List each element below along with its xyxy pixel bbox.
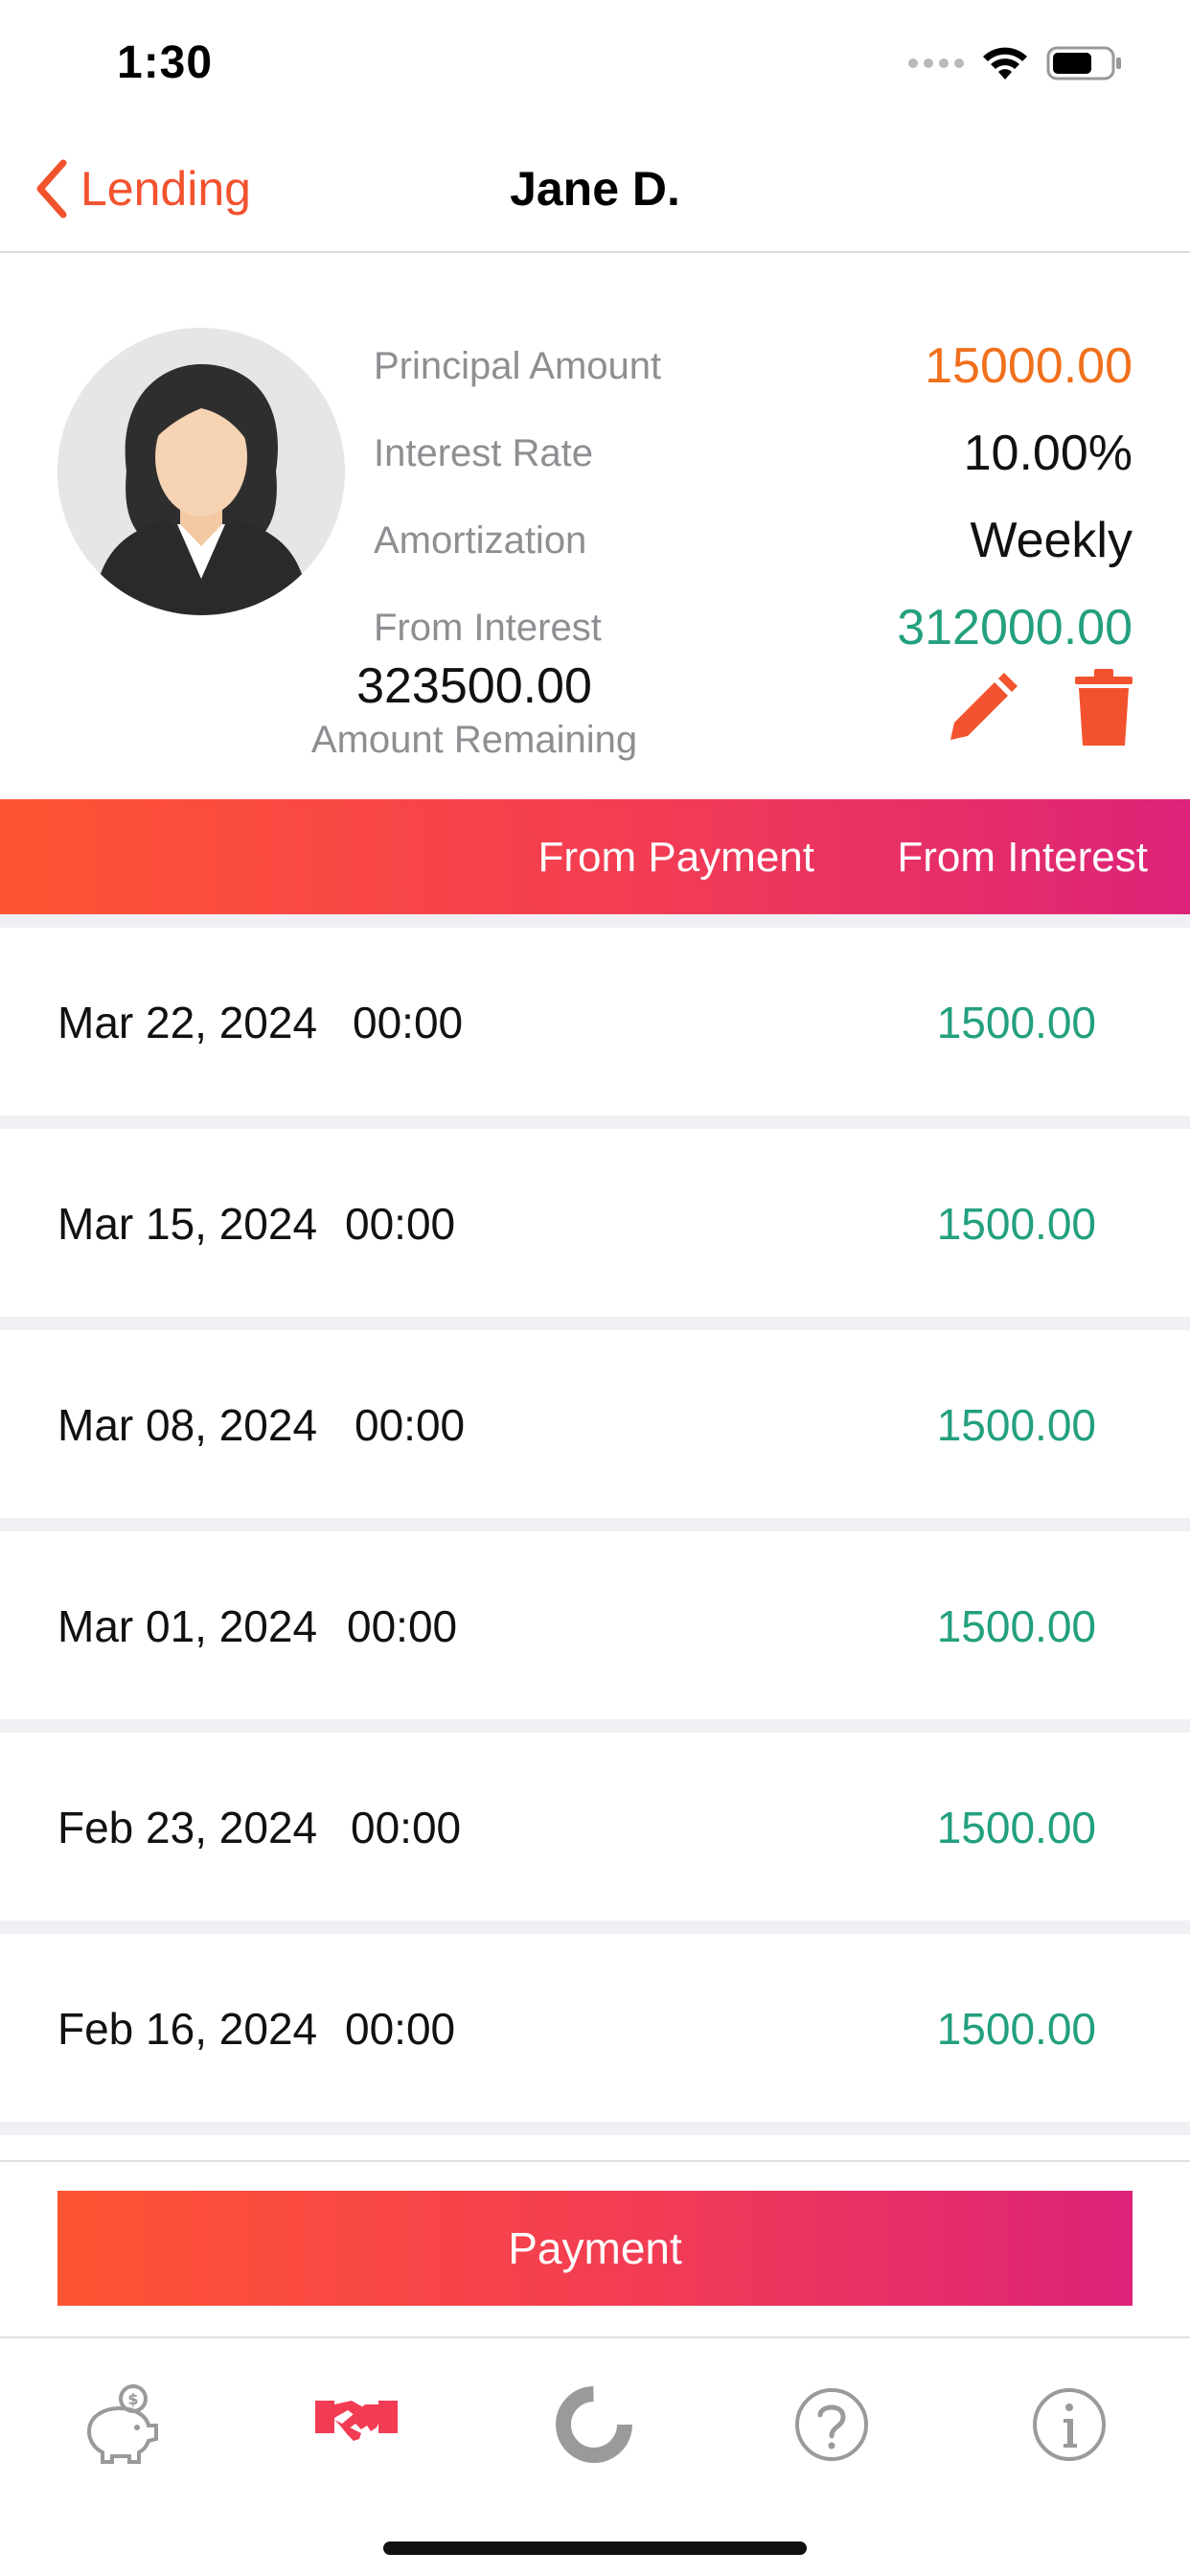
battery-icon [1046, 46, 1121, 80]
tab-savings[interactable]: $ [71, 2377, 167, 2472]
trash-icon [1075, 669, 1133, 746]
row-time: 00:00 [353, 998, 464, 1047]
delete-button[interactable] [1075, 669, 1133, 752]
list-item[interactable] [0, 2135, 1190, 2160]
list-item[interactable]: Mar 15, 2024 00:00 1500.00 [0, 1129, 1190, 1317]
amortization-value: Weekly [970, 513, 1133, 568]
amount-remaining-label: Amount Remaining [310, 719, 638, 761]
piggy-bank-icon: $ [86, 2384, 158, 2464]
cellular-signal-icon [908, 58, 964, 68]
amount-remaining: 323500.00 Amount Remaining [287, 255, 661, 799]
row-amount: 1500.00 [936, 1803, 1096, 1852]
column-header-from-payment: From Payment [538, 834, 814, 881]
page-title: Jane D. [510, 162, 680, 216]
donut-chart-icon [556, 2386, 632, 2463]
handshake-icon [315, 2401, 398, 2441]
list-item[interactable]: Feb 23, 2024 00:00 1500.00 [0, 1733, 1190, 1920]
row-amount: 1500.00 [936, 1601, 1096, 1651]
row-time: 00:00 [351, 1803, 462, 1852]
row-amount: 1500.00 [936, 1400, 1096, 1450]
list-item[interactable]: Mar 01, 2024 00:00 1500.00 [0, 1531, 1190, 1719]
row-time: 00:00 [347, 1601, 458, 1651]
list-item[interactable]: Feb 16, 2024 00:00 1500.00 [0, 1934, 1190, 2122]
column-header-from-interest: From Interest [897, 834, 1148, 881]
loan-summary: Principal Amount 15000.00 Interest Rate … [0, 255, 1190, 799]
tab-lending[interactable] [309, 2377, 404, 2472]
info-icon [1033, 2388, 1106, 2461]
payment-bar: Payment [0, 2160, 1190, 2336]
row-amount: 1500.00 [936, 1199, 1096, 1249]
amount-remaining-value: 323500.00 [356, 658, 592, 714]
payment-list[interactable]: Mar 22, 2024 00:00 1500.00 Mar 15, 2024 … [0, 914, 1190, 2160]
row-amount: 1500.00 [936, 2004, 1096, 2054]
tab-bar: $ [0, 2336, 1190, 2576]
help-icon [795, 2388, 868, 2461]
row-date: Feb 23, 2024 [57, 1803, 318, 1852]
wifi-icon [983, 47, 1027, 80]
from-interest-value: 312000.00 [897, 600, 1133, 656]
tab-reports[interactable] [546, 2377, 642, 2472]
status-bar: 1:30 [0, 0, 1190, 126]
list-item[interactable]: Mar 22, 2024 00:00 1500.00 [0, 928, 1190, 1116]
row-time: 00:00 [345, 1199, 456, 1249]
interest-rate-value: 10.00% [963, 426, 1133, 481]
row-date: Mar 22, 2024 [57, 998, 318, 1047]
status-time: 1:30 [117, 37, 214, 88]
row-date: Mar 01, 2024 [57, 1601, 318, 1651]
table-header: From Payment From Interest [0, 799, 1190, 914]
row-date: Feb 16, 2024 [57, 2004, 318, 2054]
row-time: 00:00 [355, 1400, 466, 1450]
row-amount: 1500.00 [936, 998, 1096, 1047]
tab-help[interactable] [784, 2377, 880, 2472]
row-date: Mar 15, 2024 [57, 1199, 318, 1249]
navigation-bar: Lending Jane D. [0, 126, 1190, 253]
edit-button[interactable] [943, 671, 1019, 752]
list-item[interactable]: Mar 08, 2024 00:00 1500.00 [0, 1330, 1190, 1518]
svg-text:$: $ [127, 2390, 138, 2408]
row-date: Mar 08, 2024 [57, 1400, 318, 1450]
status-icons [908, 42, 1123, 84]
row-time: 00:00 [345, 2004, 456, 2054]
pencil-icon [950, 673, 1018, 740]
payment-button[interactable]: Payment [57, 2191, 1133, 2306]
home-indicator [383, 2542, 807, 2555]
tab-info[interactable] [1021, 2377, 1117, 2472]
principal-value: 15000.00 [925, 338, 1133, 394]
